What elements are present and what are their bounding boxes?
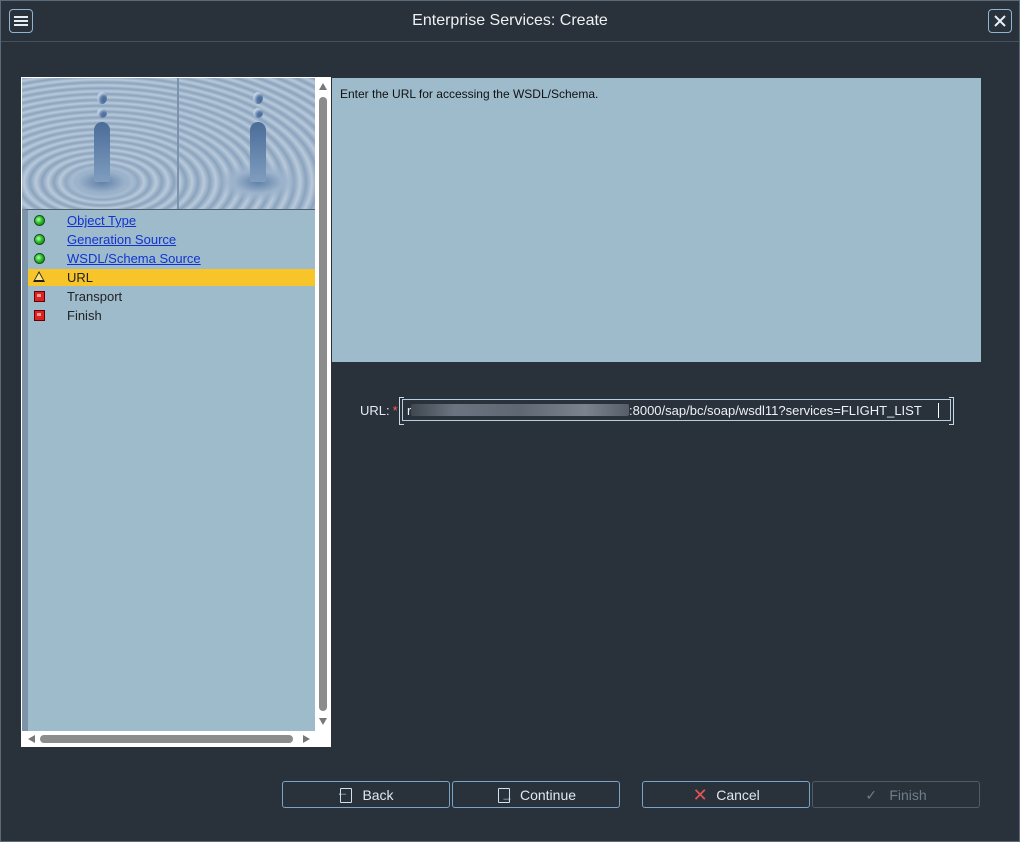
wizard-steps-list: Object Type Generation Source WSDL/Schem… xyxy=(22,209,315,731)
step-label[interactable]: Generation Source xyxy=(67,232,176,247)
close-button[interactable] xyxy=(988,9,1012,33)
water-drop-banner-image xyxy=(22,78,315,209)
finish-check-icon: ✓ xyxy=(865,786,878,803)
instruction-panel: Enter the URL for accessing the WSDL/Sch… xyxy=(332,78,981,362)
text-cursor xyxy=(938,403,939,418)
continue-icon xyxy=(496,787,513,804)
step-complete-icon xyxy=(34,215,45,226)
required-marker: * xyxy=(392,403,398,418)
scroll-left-icon[interactable] xyxy=(28,735,35,743)
step-label: URL xyxy=(67,270,94,285)
step-label: Finish xyxy=(67,308,102,323)
finish-button-label: Finish xyxy=(889,786,927,803)
back-button-label: Back xyxy=(362,786,394,803)
step-label: Transport xyxy=(67,289,123,304)
horizontal-scrollbar[interactable] xyxy=(22,732,316,746)
step-finish: Finish xyxy=(28,307,315,324)
scroll-right-icon[interactable] xyxy=(303,735,310,743)
scroll-thumb[interactable] xyxy=(40,735,293,743)
wizard-step-panel: Object Type Generation Source WSDL/Schem… xyxy=(21,77,331,747)
step-transport: Transport xyxy=(28,288,315,305)
finish-button[interactable]: ✓ Finish xyxy=(812,781,980,808)
step-wsdl-schema-source[interactable]: WSDL/Schema Source xyxy=(28,250,315,267)
url-input[interactable]: r :8000/sap/bc/soap/wsdl11?services=FLIG… xyxy=(399,397,954,425)
step-warning-icon xyxy=(33,271,45,282)
step-url[interactable]: URL xyxy=(28,269,315,286)
dialog-title: Enterprise Services: Create xyxy=(412,12,608,29)
step-pending-icon xyxy=(34,291,45,302)
url-value-suffix: :8000/sap/bc/soap/wsdl11?services=FLIGHT… xyxy=(629,403,922,418)
step-complete-icon xyxy=(34,253,45,264)
step-pending-icon xyxy=(34,310,45,321)
back-button[interactable]: Back xyxy=(282,781,450,808)
cancel-button[interactable]: ✕ Cancel xyxy=(642,781,810,808)
step-object-type[interactable]: Object Type xyxy=(28,212,315,229)
vertical-scrollbar[interactable] xyxy=(317,77,329,731)
continue-button-label: Continue xyxy=(519,786,577,803)
title-bar: Enterprise Services: Create xyxy=(1,1,1019,42)
step-label[interactable]: Object Type xyxy=(67,213,136,228)
url-label-text: URL: xyxy=(360,403,390,418)
scroll-up-icon[interactable] xyxy=(319,83,327,90)
continue-button[interactable]: Continue xyxy=(452,781,620,808)
url-label: URL: * xyxy=(360,403,398,418)
instruction-text: Enter the URL for accessing the WSDL/Sch… xyxy=(340,87,599,101)
step-complete-icon xyxy=(34,234,45,245)
step-generation-source[interactable]: Generation Source xyxy=(28,231,315,248)
dialog-window: Enterprise Services: Create Object Type xyxy=(0,0,1020,842)
close-icon xyxy=(994,15,1006,27)
back-icon xyxy=(336,785,354,803)
step-label[interactable]: WSDL/Schema Source xyxy=(67,251,201,266)
cancel-x-icon: ✕ xyxy=(692,784,708,805)
redacted-hostname xyxy=(411,404,629,416)
scroll-down-icon[interactable] xyxy=(319,718,327,725)
scroll-thumb[interactable] xyxy=(319,97,327,711)
cancel-button-label: Cancel xyxy=(716,786,760,803)
